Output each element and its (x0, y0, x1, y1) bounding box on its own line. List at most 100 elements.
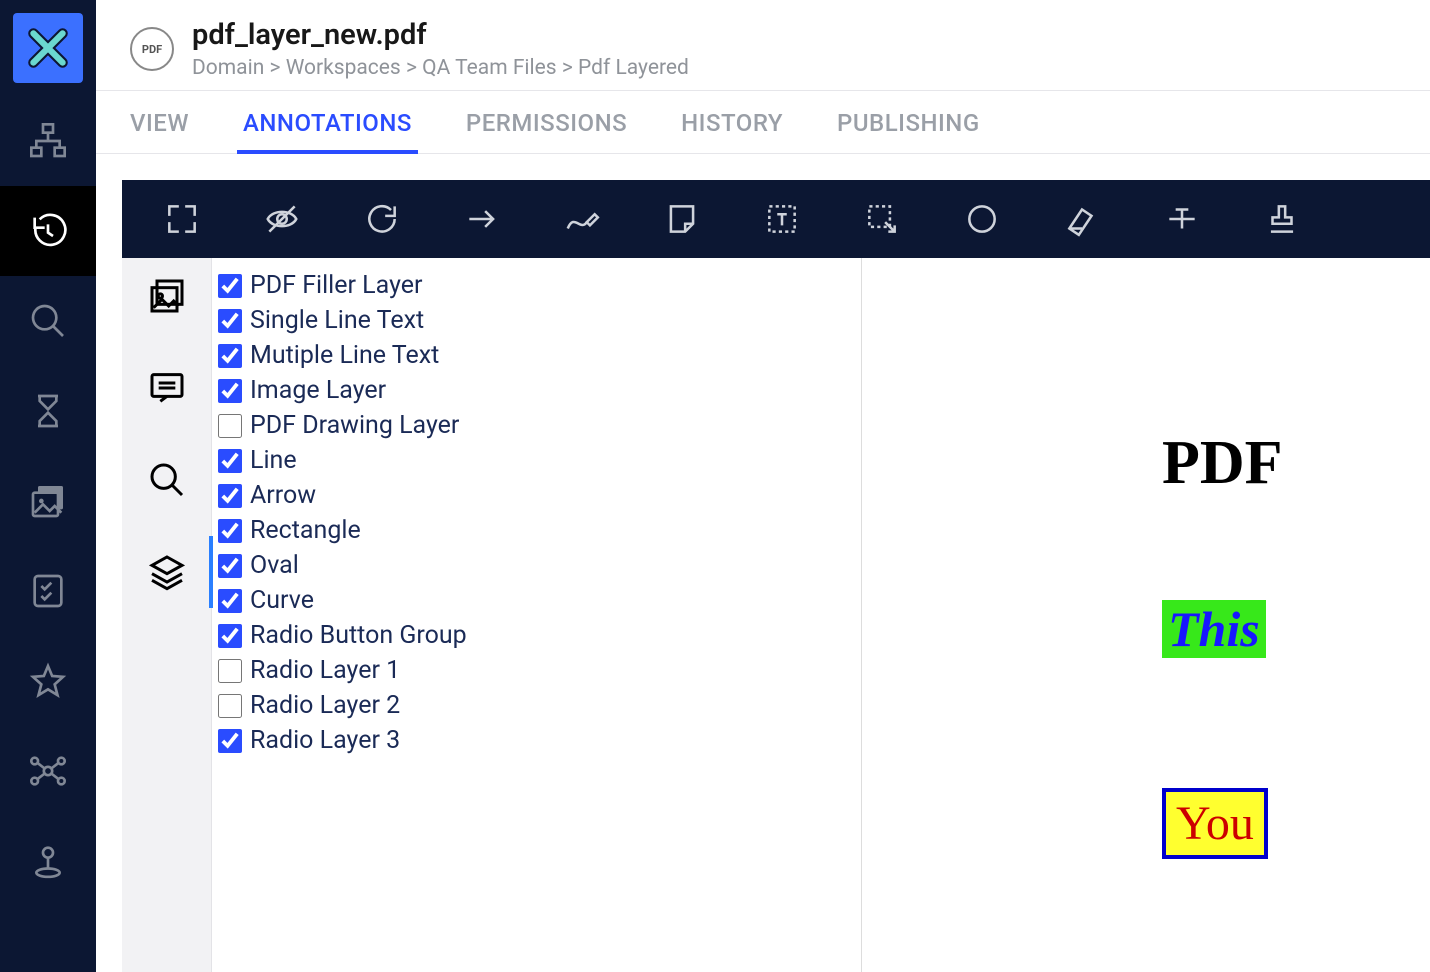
layer-checkbox[interactable] (218, 519, 242, 543)
layer-item[interactable]: Arrow (218, 478, 855, 513)
tool-arrow[interactable] (432, 180, 532, 258)
layer-checkbox[interactable] (218, 309, 242, 333)
star-icon (28, 661, 68, 701)
search-icon (147, 460, 187, 500)
annotation-toolbar (122, 180, 1430, 258)
tab-history[interactable]: HISTORY (681, 109, 783, 153)
document-preview[interactable]: PDF This You (862, 258, 1430, 972)
tool-fullscreen[interactable] (132, 180, 232, 258)
layer-item[interactable]: Oval (218, 548, 855, 583)
layer-checkbox[interactable] (218, 344, 242, 368)
layer-checkbox[interactable] (218, 274, 242, 298)
strikethrough-icon (1163, 200, 1201, 238)
tab-permissions[interactable]: PERMISSIONS (466, 109, 627, 153)
app-logo[interactable] (0, 0, 96, 96)
eye-off-icon (263, 200, 301, 238)
layer-item[interactable]: Radio Layer 3 (218, 723, 855, 758)
tool-textbox[interactable] (732, 180, 832, 258)
tool-circle[interactable] (932, 180, 1032, 258)
circle-icon (963, 200, 1001, 238)
main-area: PDF pdf_layer_new.pdf Domain > Workspace… (96, 0, 1430, 972)
tool-area[interactable] (832, 180, 932, 258)
layer-checkbox[interactable] (218, 379, 242, 403)
layers-icon (147, 552, 187, 592)
tab-publishing[interactable]: PUBLISHING (837, 109, 980, 153)
layer-label: Image Layer (250, 376, 386, 405)
preview-highlight-text: This (1162, 600, 1266, 658)
area-edit-icon (863, 200, 901, 238)
layer-checkbox[interactable] (218, 624, 242, 648)
layer-label: PDF Drawing Layer (250, 411, 459, 440)
user-location-icon (28, 841, 68, 881)
nav-history[interactable] (0, 186, 96, 276)
nav-media[interactable] (0, 456, 96, 546)
nav-pending[interactable] (0, 366, 96, 456)
comments-icon (147, 368, 187, 408)
layer-item[interactable]: Radio Layer 2 (218, 688, 855, 723)
side-search[interactable] (143, 456, 191, 504)
tool-stamp[interactable] (1232, 180, 1332, 258)
layer-label: Oval (250, 551, 299, 580)
tab-view[interactable]: VIEW (130, 109, 189, 153)
layer-item[interactable]: PDF Filler Layer (218, 268, 855, 303)
layer-item[interactable]: Image Layer (218, 373, 855, 408)
layer-item[interactable]: Radio Layer 1 (218, 653, 855, 688)
expand-icon (163, 200, 201, 238)
layer-label: Single Line Text (250, 306, 424, 335)
eraser-icon (1063, 200, 1101, 238)
tabs: VIEW ANNOTATIONS PERMISSIONS HISTORY PUB… (96, 91, 1430, 154)
layer-checkbox[interactable] (218, 589, 242, 613)
layer-label: Curve (250, 586, 314, 615)
side-layers[interactable] (143, 548, 191, 596)
layer-item[interactable]: Curve (218, 583, 855, 618)
layer-item[interactable]: Single Line Text (218, 303, 855, 338)
layer-checkbox[interactable] (218, 729, 242, 753)
arrow-right-icon (463, 200, 501, 238)
layer-item[interactable]: Mutiple Line Text (218, 338, 855, 373)
nav-account[interactable] (0, 816, 96, 906)
tool-rotate[interactable] (332, 180, 432, 258)
layer-label: Mutiple Line Text (250, 341, 439, 370)
file-type-badge: PDF (130, 27, 174, 71)
nav-favorites[interactable] (0, 636, 96, 726)
tool-note[interactable] (632, 180, 732, 258)
preview-box-text: You (1162, 788, 1268, 859)
layer-checkbox[interactable] (218, 694, 242, 718)
side-thumbnails[interactable] (143, 272, 191, 320)
pencil-curve-icon (563, 200, 601, 238)
layer-item[interactable]: Rectangle (218, 513, 855, 548)
layer-checkbox[interactable] (218, 484, 242, 508)
breadcrumb[interactable]: Domain > Workspaces > QA Team Files > Pd… (192, 56, 689, 80)
nav-sitemap[interactable] (0, 96, 96, 186)
layer-checkbox[interactable] (218, 449, 242, 473)
tool-visibility[interactable] (232, 180, 332, 258)
layer-label: Radio Layer 2 (250, 691, 400, 720)
layer-item[interactable]: PDF Drawing Layer (218, 408, 855, 443)
text-box-icon (763, 200, 801, 238)
nav-network[interactable] (0, 726, 96, 816)
stamp-icon (1263, 200, 1301, 238)
nav-tasks[interactable] (0, 546, 96, 636)
layer-label: Line (250, 446, 297, 475)
layer-label: Rectangle (250, 516, 361, 545)
layer-item[interactable]: Radio Button Group (218, 618, 855, 653)
search-icon (28, 301, 68, 341)
tool-eraser[interactable] (1032, 180, 1132, 258)
layer-checkbox[interactable] (218, 414, 242, 438)
sitemap-icon (28, 121, 68, 161)
tool-strikethrough[interactable] (1132, 180, 1232, 258)
layer-item[interactable]: Line (218, 443, 855, 478)
layer-checkbox[interactable] (218, 659, 242, 683)
preview-heading: PDF (1162, 428, 1283, 499)
app-nav (0, 0, 96, 972)
tool-draw[interactable] (532, 180, 632, 258)
doc-side-tools (122, 258, 212, 972)
layer-label: Arrow (250, 481, 316, 510)
tab-annotations[interactable]: ANNOTATIONS (243, 109, 412, 153)
layer-label: Radio Layer 3 (250, 726, 400, 755)
nav-search[interactable] (0, 276, 96, 366)
layer-label: Radio Layer 1 (250, 656, 400, 685)
history-icon (28, 211, 68, 251)
layer-checkbox[interactable] (218, 554, 242, 578)
side-comments[interactable] (143, 364, 191, 412)
